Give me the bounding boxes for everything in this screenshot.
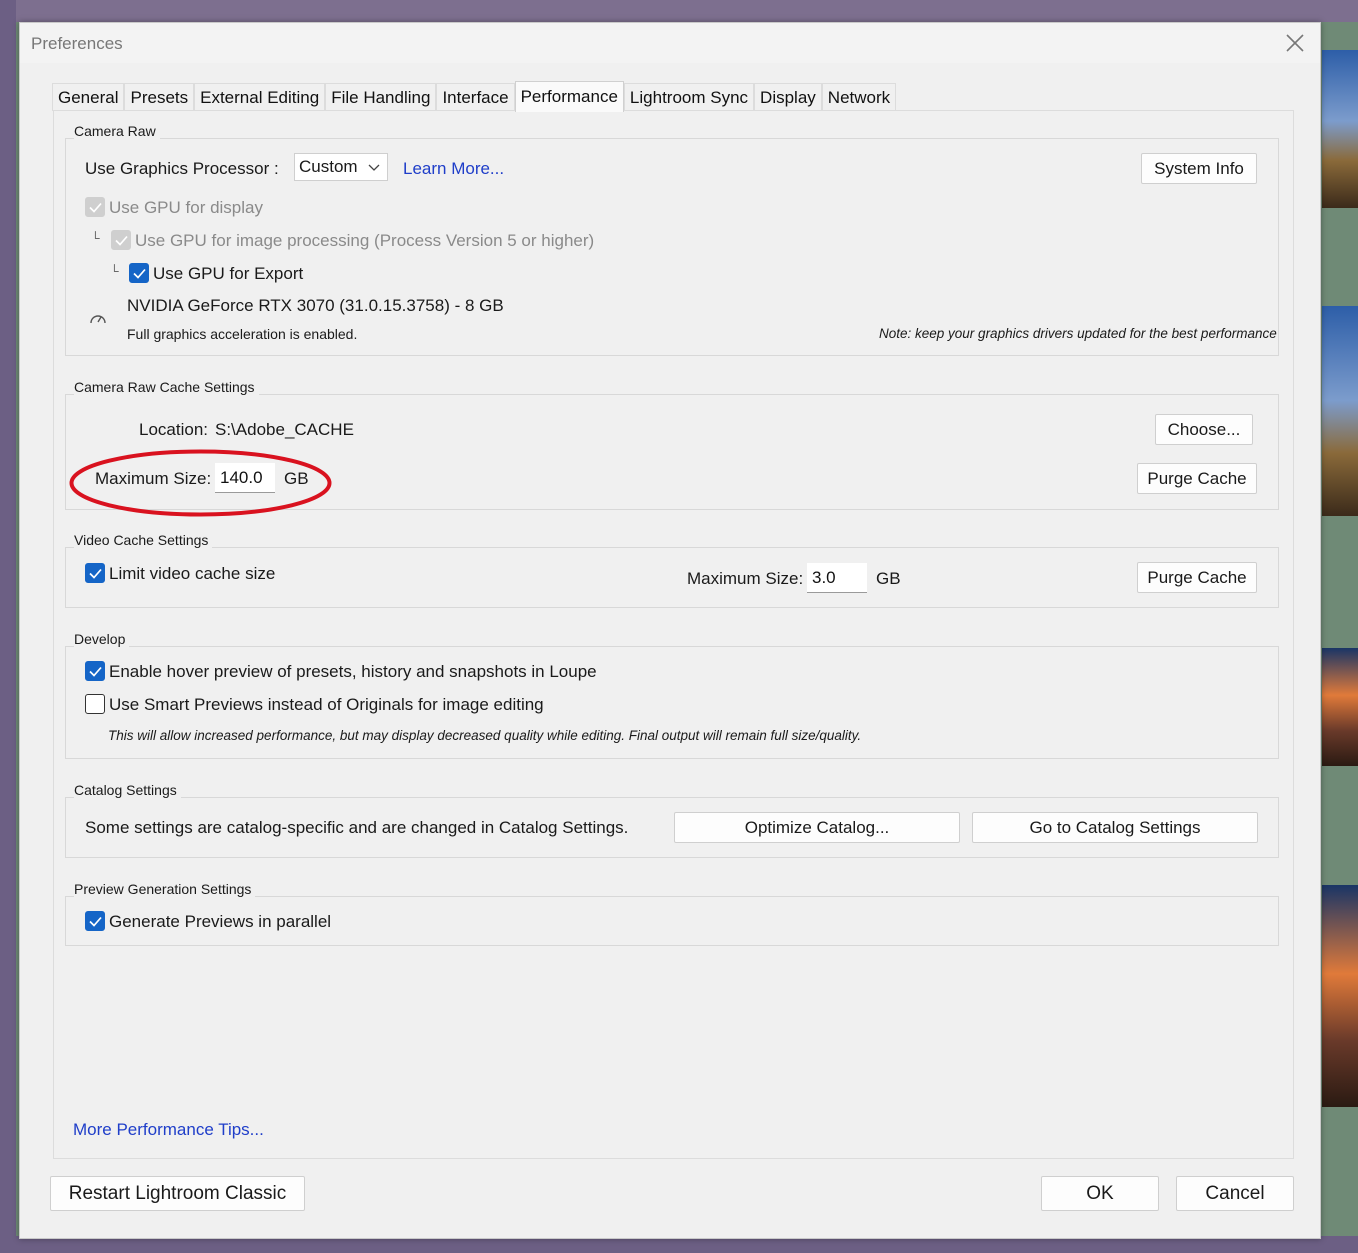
annotation-ellipse [69,449,332,517]
title-bar: Preferences [20,23,1320,63]
go-to-catalog-settings-button[interactable]: Go to Catalog Settings [972,812,1258,843]
close-icon[interactable] [1284,32,1306,54]
background-thumbnail [1322,50,1358,208]
limit-video-cache-label: Limit video cache size [109,564,276,583]
video-cache-group-label: Video Cache Settings [74,532,213,548]
smart-previews-checkbox[interactable] [85,694,105,714]
hover-preview-checkbox[interactable] [85,661,105,681]
video-max-size-unit: GB [876,569,901,588]
more-performance-tips-link[interactable]: More Performance Tips... [73,1120,264,1140]
tab-lightroom-sync[interactable]: Lightroom Sync [623,83,755,111]
camera-raw-group-label: Camera Raw [74,123,160,139]
gpu-display-label: Use GPU for display [109,198,263,217]
checkmark-icon [115,235,128,246]
tree-branch-icon: └ [110,264,119,278]
gpu-export-label: Use GPU for Export [153,264,304,283]
purge-camera-raw-cache-button[interactable]: Purge Cache [1137,463,1257,494]
tab-bar: General Presets External Editing File Ha… [52,81,897,112]
hover-preview-label: Enable hover preview of presets, history… [109,662,597,681]
cache-location-value: S:\Adobe_CACHE [215,420,354,439]
checkmark-icon [133,268,146,279]
gpu-processing-label: Use GPU for image processing (Process Ve… [135,231,595,250]
purge-video-cache-button[interactable]: Purge Cache [1137,562,1257,593]
gpu-mode-value: Custom [299,157,358,176]
smart-previews-label: Use Smart Previews instead of Originals … [109,695,544,714]
smart-previews-note: This will allow increased performance, b… [108,728,862,743]
checkmark-icon [89,202,102,213]
background-strip [0,0,1358,22]
parallel-previews-checkbox[interactable] [85,911,105,931]
acceleration-status: Full graphics acceleration is enabled. [127,326,358,342]
tree-branch-icon: └ [91,231,100,245]
camera-raw-cache-group-label: Camera Raw Cache Settings [74,379,259,395]
develop-group-label: Develop [74,631,130,647]
tab-external-editing[interactable]: External Editing [194,83,326,111]
optimize-catalog-button[interactable]: Optimize Catalog... [674,812,960,843]
tab-display[interactable]: Display [754,83,822,111]
gpu-mode-select[interactable]: Custom [294,153,388,181]
background-column [0,0,16,1253]
catalog-description: Some settings are catalog-specific and a… [85,818,629,837]
system-info-button[interactable]: System Info [1141,153,1257,184]
background-thumbnail [1322,306,1358,516]
preview-generation-group-label: Preview Generation Settings [74,881,256,897]
background-thumbnail [1322,885,1358,1107]
ok-button[interactable]: OK [1041,1176,1159,1211]
choose-button[interactable]: Choose... [1155,414,1253,445]
use-graphics-processor-label: Use Graphics Processor : [85,159,279,178]
video-max-size-input[interactable] [807,563,867,593]
tab-file-handling[interactable]: File Handling [325,83,437,111]
chevron-down-icon [368,164,380,171]
gpu-processing-checkbox [111,230,131,250]
background-thumbnail [1322,648,1358,766]
tab-presets[interactable]: Presets [124,83,195,111]
checkmark-icon [89,916,102,927]
parallel-previews-label: Generate Previews in parallel [109,912,332,931]
tab-interface[interactable]: Interface [436,83,515,111]
checkmark-icon [89,666,102,677]
tab-general[interactable]: General [52,83,125,111]
gpu-export-checkbox[interactable] [129,263,149,283]
tab-network[interactable]: Network [821,83,897,111]
checkmark-icon [89,568,102,579]
gpu-name: NVIDIA GeForce RTX 3070 (31.0.15.3758) -… [127,296,504,315]
restart-lightroom-button[interactable]: Restart Lightroom Classic [50,1176,305,1211]
gpu-display-checkbox [85,197,105,217]
video-max-size-label: Maximum Size: [687,569,804,588]
catalog-settings-group-label: Catalog Settings [74,782,181,798]
dialog-title: Preferences [31,34,123,53]
tab-performance[interactable]: Performance [514,81,624,112]
driver-note: Note: keep your graphics drivers updated… [879,326,1277,341]
limit-video-cache-checkbox[interactable] [85,563,105,583]
gauge-icon [90,315,106,324]
cancel-button[interactable]: Cancel [1176,1176,1294,1211]
learn-more-link[interactable]: Learn More... [403,159,504,179]
cache-location-label: Location: [139,420,208,439]
